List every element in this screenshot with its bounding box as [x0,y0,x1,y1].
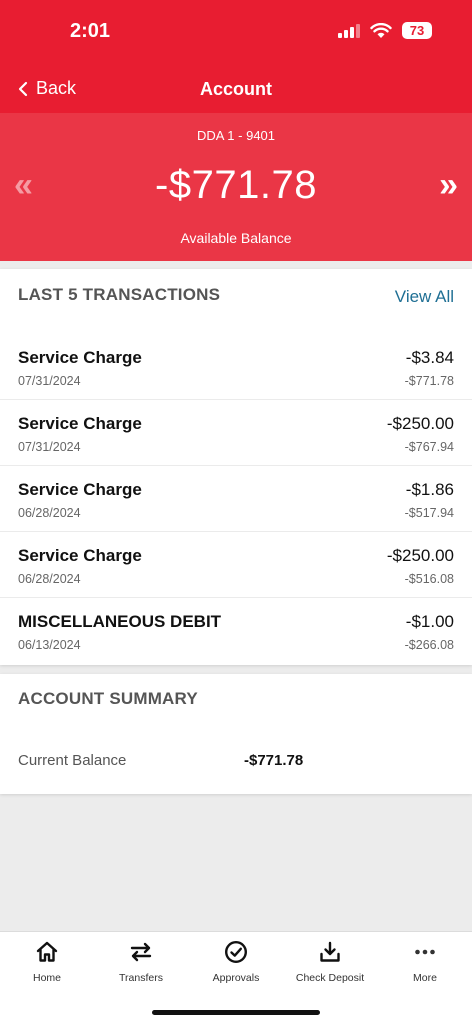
transactions-title: LAST 5 TRANSACTIONS [18,285,221,304]
tab-home[interactable]: Home [0,940,94,984]
cellular-signal-icon [338,23,360,38]
transaction-row[interactable]: Service Charge 07/31/2024 -$3.84 -$771.7… [0,334,472,400]
transfer-arrows-icon [130,942,152,962]
account-id: DDA 1 - 9401 [196,128,276,143]
transaction-amount: -$250.00 [386,414,454,433]
view-all-link[interactable]: View All [395,287,454,307]
tab-check-deposit-label: Check Deposit [295,972,365,984]
balance-banner: DDA 1 - 9401 « -$771.78 » Available Bala… [0,113,472,261]
transaction-running-balance: -$517.94 [404,506,454,520]
more-dots-icon [415,949,435,955]
transaction-amount: -$3.84 [405,348,454,367]
transaction-row[interactable]: MISCELLANEOUS DEBIT 06/13/2024 -$1.00 -$… [0,598,472,664]
download-tray-icon [320,941,340,962]
home-icon [36,941,58,962]
home-indicator [152,1010,320,1015]
transaction-date: 06/13/2024 [18,638,81,652]
transaction-date: 07/31/2024 [18,440,81,454]
current-balance-label: Current Balance [18,752,127,769]
available-balance: -$771.78 [155,163,317,207]
transaction-running-balance: -$767.94 [404,440,454,454]
tab-more-label: More [413,972,437,984]
transaction-name: Service Charge [18,480,142,499]
transaction-row[interactable]: Service Charge 06/28/2024 -$1.86 -$517.9… [0,466,472,532]
transaction-name: Service Charge [18,414,142,433]
check-circle-icon [224,940,248,964]
tab-transfers-label: Transfers [119,972,163,984]
transaction-date: 06/28/2024 [18,572,81,586]
tab-approvals-label: Approvals [212,972,260,984]
tab-approvals[interactable]: Approvals [189,940,283,984]
wifi-icon [370,22,392,38]
next-account-button[interactable]: » [439,168,458,202]
transaction-row[interactable]: Service Charge 07/31/2024 -$250.00 -$767… [0,400,472,466]
tab-home-label: Home [32,972,61,984]
transaction-name: MISCELLANEOUS DEBIT [18,612,222,631]
tab-more[interactable]: More [378,940,472,984]
balance-label: Available Balance [180,230,292,246]
app-header: 2:01 73 Back Account [0,0,472,113]
tab-transfers[interactable]: Transfers [94,940,188,984]
account-summary-title: ACCOUNT SUMMARY [18,689,198,708]
battery-indicator: 73 [402,22,432,39]
transaction-date: 07/31/2024 [18,374,81,388]
transaction-name: Service Charge [18,348,142,367]
tab-check-deposit[interactable]: Check Deposit [283,940,377,984]
page-title: Account [200,79,272,99]
current-balance-value: -$771.78 [244,752,304,769]
transaction-running-balance: -$266.08 [404,638,454,652]
transaction-amount: -$250.00 [386,546,454,565]
status-icons: 73 [338,22,432,39]
transaction-date: 06/28/2024 [18,506,81,520]
transaction-name: Service Charge [18,546,142,565]
transaction-running-balance: -$516.08 [404,572,454,586]
transaction-amount: -$1.86 [405,480,454,499]
transaction-row[interactable]: Service Charge 06/28/2024 -$250.00 -$516… [0,532,472,598]
status-time: 2:01 [70,20,111,42]
transaction-running-balance: -$771.78 [404,374,454,388]
transaction-amount: -$1.00 [405,612,454,631]
